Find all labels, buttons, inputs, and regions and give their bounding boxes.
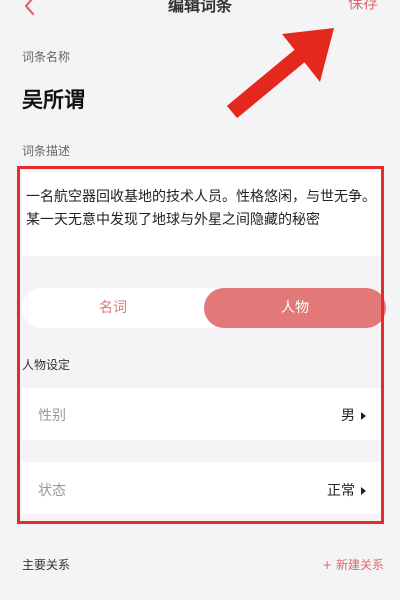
- annotation-highlight-box: [17, 166, 384, 524]
- main-relations-label: 主要关系: [22, 558, 71, 572]
- page-title: 编辑词条: [167, 0, 232, 15]
- new-relation-button[interactable]: + 新建关系: [322, 556, 384, 573]
- entry-name-input[interactable]: 吴所谓: [22, 84, 85, 114]
- entry-description-label: 词条描述: [22, 144, 71, 158]
- entry-name-label: 词条名称: [22, 50, 71, 64]
- save-button[interactable]: 保存: [348, 0, 378, 13]
- annotation-arrow-icon: [226, 28, 334, 119]
